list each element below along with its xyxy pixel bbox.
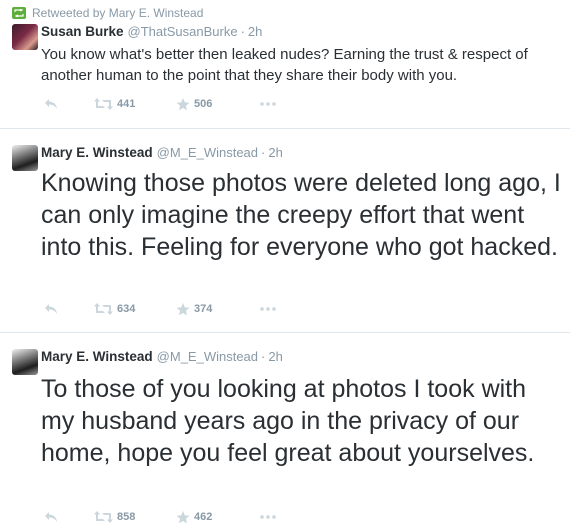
avatar[interactable] [12, 349, 38, 375]
reply-icon [45, 99, 57, 109]
tweet-timestamp[interactable]: 2h [268, 349, 282, 364]
reply-button[interactable] [44, 511, 94, 523]
avatar[interactable] [12, 24, 38, 50]
separator: · [261, 349, 266, 364]
tweet-text: To those of you looking at photos I took… [41, 375, 535, 467]
retweet-count: 858 [117, 511, 136, 523]
more-icon [260, 515, 276, 519]
star-icon [176, 302, 190, 315]
avatar[interactable] [12, 145, 38, 171]
favorite-count: 506 [194, 98, 213, 110]
tweet-timestamp[interactable]: 2h [248, 24, 262, 39]
tweet-text: You know what's better then leaked nudes… [41, 46, 528, 84]
more-icon [260, 102, 276, 106]
tweet[interactable]: Retweeted by Mary E. Winstead Susan Burk… [0, 0, 570, 129]
tweet-header: Susan Burke @ThatSusanBurke · 2h [41, 24, 262, 39]
favorite-button[interactable]: 506 [176, 97, 260, 111]
reply-icon [45, 304, 57, 314]
author-name[interactable]: Mary E. Winstead [41, 145, 153, 160]
retweet-count: 634 [117, 303, 136, 315]
favorite-button[interactable]: 462 [176, 510, 260, 524]
tweet-header: Mary E. Winstead @M_E_Winstead · 2h [41, 349, 283, 364]
retweet-button[interactable]: 634 [94, 303, 176, 315]
favorite-button[interactable]: 374 [176, 302, 260, 316]
reply-button[interactable] [44, 98, 94, 110]
retweet-button[interactable]: 858 [94, 511, 176, 523]
tweet-actions: 634 374 [44, 301, 290, 317]
reply-icon [45, 512, 57, 522]
author-name[interactable]: Mary E. Winstead [41, 349, 153, 364]
tweet-text: Knowing those photos were deleted long a… [41, 169, 561, 261]
tweet[interactable]: Mary E. Winstead @M_E_Winstead · 2h Know… [0, 129, 570, 333]
tweet[interactable]: Mary E. Winstead @M_E_Winstead · 2h To t… [0, 333, 570, 532]
author-username[interactable]: @ThatSusanBurke [128, 24, 238, 39]
tweet-timestamp[interactable]: 2h [268, 145, 282, 160]
retweet-icon [94, 303, 113, 315]
author-username[interactable]: @M_E_Winstead [157, 145, 258, 160]
retweet-context-text[interactable]: Retweeted by Mary E. Winstead [32, 6, 203, 20]
retweet-count: 441 [117, 98, 136, 110]
tweet-header: Mary E. Winstead @M_E_Winstead · 2h [41, 145, 283, 160]
author-name[interactable]: Susan Burke [41, 24, 124, 39]
tweet-actions: 858 462 [44, 509, 290, 525]
more-button[interactable] [260, 515, 290, 519]
more-button[interactable] [260, 102, 290, 106]
author-username[interactable]: @M_E_Winstead [157, 349, 258, 364]
more-button[interactable] [260, 307, 290, 311]
separator: · [240, 24, 245, 39]
retweet-badge-icon [12, 7, 26, 19]
favorite-count: 374 [194, 303, 213, 315]
retweet-icon [94, 511, 113, 523]
retweet-icon [94, 98, 113, 110]
star-icon [176, 97, 190, 110]
tweet-actions: 441 506 [44, 96, 290, 112]
reply-button[interactable] [44, 303, 94, 315]
favorite-count: 462 [194, 511, 213, 523]
retweet-context: Retweeted by Mary E. Winstead [12, 6, 203, 20]
star-icon [176, 510, 190, 523]
separator: · [261, 145, 266, 160]
more-icon [260, 307, 276, 311]
retweet-button[interactable]: 441 [94, 98, 176, 110]
